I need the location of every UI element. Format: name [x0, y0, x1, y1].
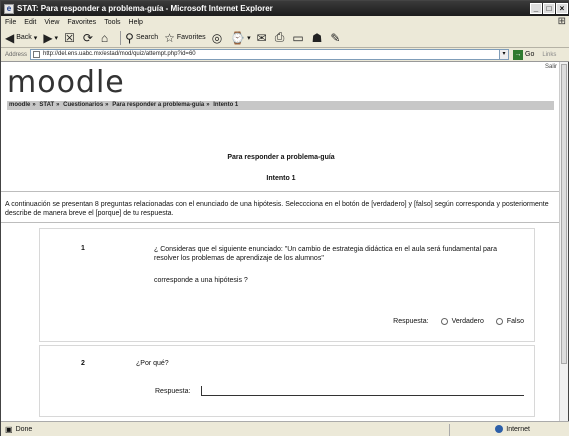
messenger-icon: ☗ [311, 30, 323, 45]
breadcrumb-attempt: Intento 1 [213, 102, 239, 108]
favorites-button[interactable]: ☆ Favorites [164, 31, 206, 45]
go-arrow-icon: → [513, 49, 524, 60]
media-icon: ◎ [211, 30, 223, 45]
page-icon [33, 51, 41, 58]
radio-verdadero-label[interactable]: Verdadero [452, 318, 484, 325]
links-button[interactable]: Links [542, 52, 556, 58]
browser-window: e STAT: Para responder a problema-guía -… [0, 0, 569, 436]
media-button[interactable]: ◎ [212, 31, 224, 45]
stop-icon: ☒ [64, 30, 75, 45]
question-text: ¿Por qué? [136, 360, 169, 367]
back-button[interactable]: ◀ Back ▾ [5, 31, 37, 45]
menu-help[interactable]: Help [129, 19, 143, 26]
menu-edit[interactable]: Edit [24, 19, 36, 26]
print-button[interactable]: ⎙ [275, 30, 287, 45]
ie-icon: e [4, 3, 14, 14]
toolbar-separator [120, 30, 122, 45]
title-bar: e STAT: Para responder a problema-guía -… [1, 1, 569, 16]
home-button[interactable]: ⌂ [101, 31, 110, 45]
globe-icon [495, 425, 504, 433]
close-button[interactable]: × [556, 3, 568, 14]
breadcrumb-moodle[interactable]: moodle [9, 102, 30, 108]
radio-falso-label[interactable]: Falso [507, 318, 524, 325]
history-button[interactable]: ⌚ ▾ [230, 31, 250, 45]
mail-icon: ✉ [256, 30, 267, 45]
menu-tools[interactable]: Tools [104, 19, 120, 26]
refresh-icon: ⟳ [82, 30, 93, 45]
menu-bar: File Edit View Favorites Tools Help ⊞ [1, 16, 569, 28]
address-url: http://del.ens.uabc.mx/estad/mod/quiz/at… [43, 51, 196, 57]
breadcrumb-cuestionarios[interactable]: Cuestionarios [63, 102, 103, 108]
address-bar: Address http://del.ens.uabc.mx/estad/mod… [1, 48, 569, 62]
address-input[interactable]: http://del.ens.uabc.mx/estad/mod/quiz/at… [30, 49, 501, 60]
status-text: Done [15, 426, 33, 433]
question-text: ¿ Consideras que el siguiente enunciado:… [154, 246, 497, 262]
question-1: 1 ¿ Consideras que el siguiente enunciad… [39, 228, 535, 342]
edit-icon: ▭ [292, 30, 304, 45]
search-icon: ⚲ [125, 30, 134, 45]
windows-logo-icon: ⊞ [557, 16, 566, 27]
security-zone: Internet [495, 425, 530, 433]
question-2: 2 ¿Por qué? Respuesta: [39, 345, 535, 417]
page-content: Salir moodle moodle» STAT» Cuestionarios… [1, 62, 561, 421]
answer-row: Respuesta: Verdadero Falso [393, 318, 524, 325]
tools-icon: ✎ [330, 30, 341, 45]
moodle-logo[interactable]: moodle [7, 68, 125, 98]
edit-button[interactable]: ▭ [292, 31, 305, 45]
maximize-button[interactable]: □ [543, 3, 555, 14]
question-number: 2 [81, 360, 85, 367]
question-number: 1 [81, 245, 85, 252]
divider [1, 191, 561, 192]
breadcrumb-stat[interactable]: STAT [39, 102, 54, 108]
window-title: STAT: Para responder a problema-guía - M… [17, 4, 273, 13]
status-bar: ▣ Done Internet [1, 421, 569, 436]
attempt-title: Intento 1 [266, 175, 296, 182]
scrollbar-thumb[interactable] [561, 64, 567, 364]
star-icon: ☆ [164, 30, 175, 45]
menu-file[interactable]: File [5, 19, 16, 26]
messenger-button[interactable]: ☗ [312, 31, 325, 45]
refresh-button[interactable]: ⟳ [83, 31, 95, 45]
mail-button[interactable]: ✉ [257, 31, 269, 45]
stop-button[interactable]: ☒ [64, 31, 77, 45]
search-button[interactable]: ⚲ Search [125, 31, 158, 45]
page-done-icon: ▣ [5, 425, 13, 434]
answer-input[interactable] [201, 386, 524, 396]
salir-link[interactable]: Salir [545, 64, 557, 70]
history-icon: ⌚ [230, 30, 246, 45]
radio-verdadero[interactable] [440, 318, 448, 325]
zone-label: Internet [506, 425, 530, 433]
tools-button[interactable]: ✎ [330, 31, 342, 45]
toolbar: ◀ Back ▾ ▶ ▾ ☒ ⟳ ⌂ ⚲ Search ☆ Favorites ◎ ⌚ ▾ … [1, 28, 569, 48]
quiz-intro: A continuación se presentan 8 preguntas … [5, 201, 549, 217]
vertical-scrollbar[interactable] [559, 62, 568, 421]
address-label: Address [5, 51, 28, 58]
forward-arrow-icon: ▶ [43, 30, 53, 45]
minimize-button[interactable]: _ [530, 3, 542, 14]
question-subtext: corresponde a una hipótesis ? [154, 277, 248, 284]
radio-falso[interactable] [495, 318, 503, 325]
status-divider [449, 424, 450, 436]
breadcrumb: moodle» STAT» Cuestionarios» Para respon… [7, 101, 554, 110]
home-icon: ⌂ [100, 30, 109, 45]
address-dropdown[interactable]: ▾ [499, 49, 510, 60]
menu-view[interactable]: View [44, 19, 59, 26]
breadcrumb-quiz[interactable]: Para responder a problema-guía [112, 102, 204, 108]
quiz-title: Para responder a problema-guía [227, 154, 335, 161]
menu-favorites[interactable]: Favorites [67, 19, 96, 26]
forward-button[interactable]: ▶ ▾ [43, 31, 58, 45]
answer-label: Respuesta: [393, 318, 429, 325]
back-arrow-icon: ◀ [5, 30, 15, 45]
divider [1, 222, 561, 223]
print-icon: ⎙ [274, 30, 285, 44]
go-button[interactable]: → Go [513, 49, 534, 60]
answer-label: Respuesta: [155, 388, 191, 395]
window-controls: _ □ × [530, 3, 568, 14]
